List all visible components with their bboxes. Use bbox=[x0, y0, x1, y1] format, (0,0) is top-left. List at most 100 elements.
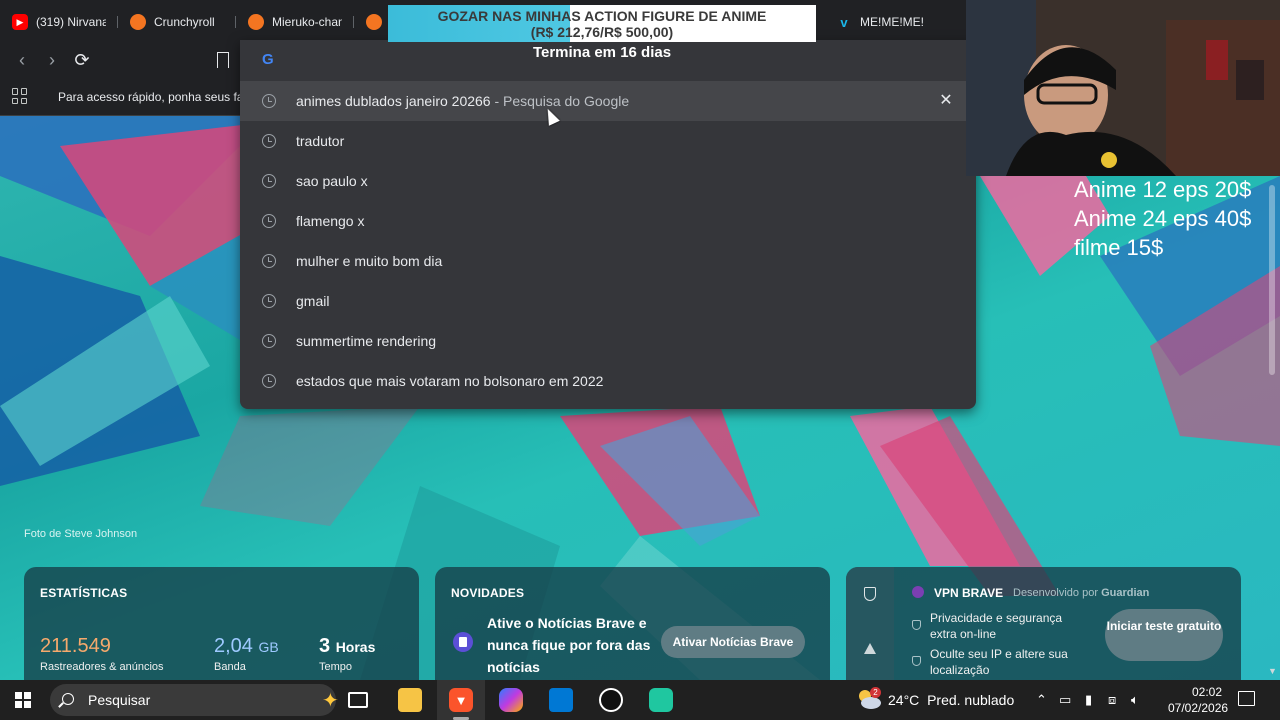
price-list: Anime 12 eps 20$ Anime 24 eps 40$ filme … bbox=[1074, 175, 1251, 262]
tab-label: (319) Nirvana bbox=[36, 15, 106, 29]
brave-browser-icon[interactable]: ▼ bbox=[449, 688, 473, 712]
history-icon bbox=[262, 94, 276, 108]
price-item: filme 15$ bbox=[1074, 235, 1164, 260]
page-scrollbar[interactable] bbox=[1269, 185, 1275, 375]
bookmarks-hint: Para acesso rápido, ponha seus fav bbox=[58, 90, 242, 104]
check-icon bbox=[912, 656, 921, 666]
shield-icon[interactable] bbox=[864, 587, 876, 601]
history-icon bbox=[262, 174, 276, 188]
guardian-logo: Guardian bbox=[1101, 587, 1150, 599]
enable-news-button[interactable]: Ativar Notícias Brave bbox=[661, 626, 805, 658]
notifications-icon[interactable] bbox=[1238, 691, 1255, 706]
vpn-card: VPN BRAVE Desenvolvido por Guardian Priv… bbox=[846, 567, 1241, 680]
suggestion-item[interactable]: flamengo x bbox=[240, 201, 976, 241]
stats-card: ESTATÍSTICAS 211.549 Rastreadores & anún… bbox=[24, 567, 419, 680]
obs-icon[interactable] bbox=[599, 688, 623, 712]
suggestion-item[interactable]: mulher e muito bom dia bbox=[240, 241, 976, 281]
search-icon bbox=[62, 693, 74, 705]
crunchyroll-icon bbox=[248, 14, 264, 30]
start-trial-button[interactable]: Iniciar teste gratuito bbox=[1105, 609, 1223, 661]
suggestion-text: summertime rendering bbox=[296, 333, 437, 349]
back-icon[interactable]: ‹ bbox=[12, 50, 32, 70]
history-icon bbox=[262, 374, 276, 388]
chevron-up-icon[interactable]: ⌃ bbox=[1036, 692, 1047, 708]
webcam-image bbox=[966, 0, 1280, 176]
goal-title: GOZAR NAS MINHAS ACTION FIGURE DE ANIME bbox=[437, 8, 767, 24]
suggestion-text: mulher e muito bom dia bbox=[296, 253, 443, 269]
news-icon bbox=[453, 632, 473, 652]
volume-icon[interactable]: 🔈︎ bbox=[1131, 692, 1139, 708]
news-text: Ative o Notícias Brave e nunca fique por… bbox=[487, 615, 651, 675]
suggestion-text: sao paulo x bbox=[296, 173, 368, 189]
history-icon bbox=[262, 214, 276, 228]
crunchyroll-icon bbox=[130, 14, 146, 30]
suggestion-item[interactable]: tradutor bbox=[240, 121, 976, 161]
windows-start-icon[interactable] bbox=[15, 692, 31, 708]
network-icon[interactable]: ⧈ bbox=[1108, 692, 1116, 708]
tab-crunchyroll[interactable]: Crunchyroll bbox=[118, 6, 236, 38]
suggestion-item[interactable]: animes dublados janeiro 20266 - Pesquisa… bbox=[240, 81, 976, 121]
time-label: Tempo bbox=[319, 661, 353, 673]
goal-amount: (R$ 212,76/R$ 500,00) bbox=[530, 24, 674, 40]
copilot-icon[interactable] bbox=[499, 688, 523, 712]
stats-title: ESTATÍSTICAS bbox=[40, 586, 128, 600]
copilot-sparkle-icon: ✦ bbox=[322, 690, 339, 712]
trackers-label: Rastreadores & anúncios bbox=[40, 661, 164, 673]
system-clock[interactable]: 02:02 07/02/2026 bbox=[1168, 684, 1229, 716]
goal-deadline: Termina em 16 dias bbox=[532, 44, 672, 61]
tab-label: ME!ME!ME! bbox=[860, 15, 925, 29]
vpn-logo-icon bbox=[912, 586, 924, 598]
microsoft-store-icon[interactable] bbox=[549, 688, 573, 712]
display-icon[interactable]: ▭ bbox=[1059, 692, 1071, 708]
remove-suggestion-button[interactable]: ✕ bbox=[936, 91, 956, 111]
photo-credit[interactable]: Foto de Steve Johnson bbox=[24, 528, 137, 540]
suggestion-text: animes dublados janeiro 20266 - Pesquisa… bbox=[296, 93, 630, 109]
forward-icon[interactable]: › bbox=[42, 50, 62, 70]
history-icon bbox=[262, 254, 276, 268]
file-explorer-icon[interactable] bbox=[398, 688, 422, 712]
vpn-title: VPN BRAVE bbox=[934, 586, 1004, 600]
taskbar: Pesquisar ✦ ▼ 2 24°C Pred. nublado ⌃ ▭ ▮… bbox=[0, 680, 1280, 720]
omnibox-dropdown: G animes dublados janeiro 20266 - Pesqui… bbox=[240, 40, 976, 409]
reload-icon[interactable]: ⟳ bbox=[72, 50, 92, 70]
suggestion-text: flamengo x bbox=[296, 213, 365, 229]
webcam-feed bbox=[966, 0, 1280, 176]
warning-icon[interactable] bbox=[864, 643, 876, 654]
clock-date: 07/02/2026 bbox=[1168, 701, 1229, 715]
tab-mieruko[interactable]: Mieruko-chan bbox=[236, 6, 354, 38]
tab-memememe[interactable]: v ME!ME!ME! bbox=[824, 6, 942, 38]
bandwidth-value: 2,04 GB bbox=[214, 635, 279, 657]
clock-time: 02:02 bbox=[1191, 685, 1222, 699]
tab-label: Crunchyroll bbox=[154, 15, 215, 29]
search-placeholder: Pesquisar bbox=[88, 692, 151, 708]
usb-icon[interactable]: ▮ bbox=[1085, 692, 1092, 708]
youtube-icon: ▶ bbox=[12, 14, 28, 30]
suggestion-text: estados que mais votaram no bolsonaro em… bbox=[296, 373, 604, 389]
card-sidebar bbox=[846, 567, 894, 680]
vpn-feature: Privacidade e segurança extra on-line bbox=[930, 611, 1063, 641]
suggestion-text: gmail bbox=[296, 293, 330, 309]
suggestion-item[interactable]: sao paulo x bbox=[240, 161, 976, 201]
news-card: NOVIDADES Ative o Notícias Brave e nunca… bbox=[435, 567, 830, 680]
weather-text[interactable]: 24°C Pred. nublado bbox=[888, 692, 1014, 708]
vpn-feature: Oculte seu IP e altere sua localização bbox=[930, 647, 1068, 677]
app-icon[interactable] bbox=[649, 688, 673, 712]
price-item: Anime 24 eps 40$ bbox=[1074, 206, 1252, 231]
suggestion-item[interactable]: summertime rendering bbox=[240, 321, 976, 361]
news-title: NOVIDADES bbox=[451, 586, 525, 600]
history-icon bbox=[262, 294, 276, 308]
google-icon: G bbox=[262, 51, 274, 68]
weather-badge: 2 bbox=[870, 687, 881, 698]
bookmark-icon[interactable] bbox=[217, 52, 229, 68]
suggestion-text: tradutor bbox=[296, 133, 345, 149]
history-icon bbox=[262, 134, 276, 148]
task-view-icon[interactable] bbox=[348, 692, 368, 708]
time-value: 3 Horas bbox=[319, 635, 376, 657]
taskbar-search[interactable]: Pesquisar ✦ bbox=[50, 684, 339, 716]
vpn-provider: Desenvolvido por Guardian bbox=[1013, 587, 1150, 599]
suggestion-item[interactable]: estados que mais votaram no bolsonaro em… bbox=[240, 361, 976, 401]
suggestion-item[interactable]: gmail bbox=[240, 281, 976, 321]
apps-grid-icon[interactable] bbox=[12, 88, 28, 104]
scroll-down-icon[interactable]: ▼ bbox=[1268, 666, 1277, 676]
tab-youtube[interactable]: ▶ (319) Nirvana bbox=[0, 6, 118, 38]
